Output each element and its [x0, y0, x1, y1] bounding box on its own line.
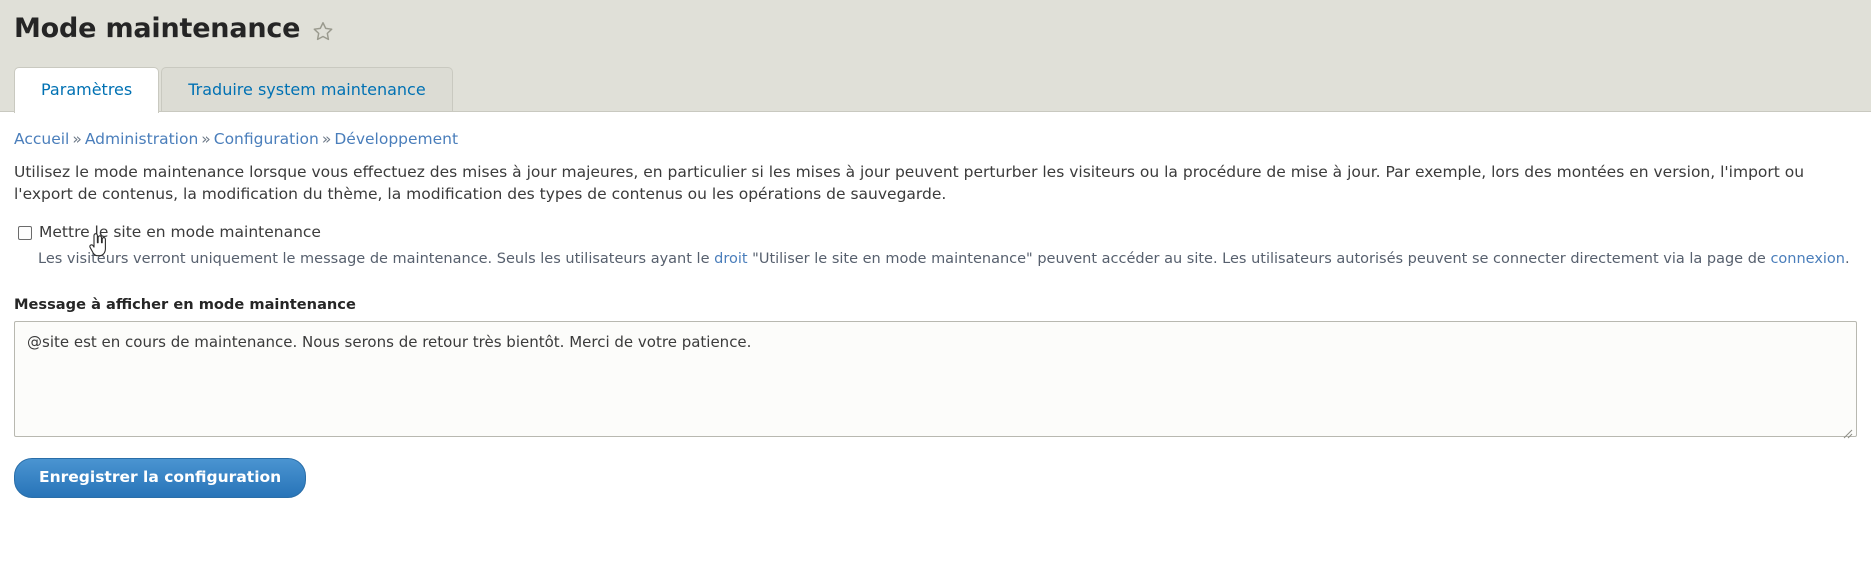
breadcrumb-separator: »: [201, 130, 211, 148]
star-outline-icon[interactable]: [312, 20, 334, 42]
maintenance-message-label: Message à afficher en mode maintenance: [14, 296, 356, 314]
form-actions: Enregistrer la configuration: [14, 458, 1857, 498]
breadcrumb-separator: »: [321, 130, 332, 148]
tab-traduire-system-maintenance[interactable]: Traduire system maintenance: [161, 67, 453, 112]
description-link-droit[interactable]: droit: [714, 251, 747, 267]
tab-parametres[interactable]: Paramètres: [14, 67, 160, 113]
breadcrumb-item-administration[interactable]: Administration: [85, 130, 198, 148]
maintenance-mode-label[interactable]: Mettre le site en mode maintenance: [39, 222, 321, 243]
page-content: Accueil» Administration» Configuration» Dév…: [0, 112, 1871, 498]
tabs-underline: [0, 111, 1871, 112]
maintenance-message-textarea[interactable]: [14, 321, 1857, 438]
tab-traduire-label: Traduire system maintenance: [188, 80, 426, 100]
maintenance-mode-checkbox-row[interactable]: Mettre le site en mode maintenance: [14, 222, 1857, 257]
intro-paragraph: Utilisez le mode maintenance lorsque vou…: [14, 163, 1805, 204]
breadcrumb-separator: »: [72, 130, 82, 148]
description-part-1: Les visiteurs verront uniquement le mess…: [38, 251, 715, 268]
maintenance-mode-description: Les visiteurs verront uniquement le mess…: [38, 249, 1857, 270]
description-part-2: "Utiliser le site en mode maintenance" p…: [747, 251, 1771, 268]
maintenance-mode-page: Mode maintenance Paramètres Traduire sys…: [0, 0, 1871, 569]
page-title: Mode maintenance: [14, 13, 301, 44]
breadcrumb-item-accueil[interactable]: Accueil: [14, 130, 69, 148]
maintenance-mode-checkbox[interactable]: [18, 226, 32, 241]
tab-parametres-label: Paramètres: [41, 80, 133, 100]
breadcrumb: Accueil» Administration» Configuration» Dév…: [14, 112, 1857, 149]
breadcrumb-item-developpement[interactable]: Développement: [334, 130, 458, 148]
description-part-3: .: [1845, 251, 1850, 268]
save-configuration-button[interactable]: Enregistrer la configuration: [14, 458, 307, 498]
breadcrumb-item-configuration[interactable]: Configuration: [214, 130, 319, 148]
page-header: Mode maintenance Paramètres Traduire sys…: [0, 0, 1871, 113]
maintenance-message-wrapper: [14, 321, 1857, 441]
description-link-connexion[interactable]: connexion: [1770, 251, 1845, 267]
primary-tabs: Paramètres Traduire system maintenance: [14, 67, 453, 113]
page-title-row: Mode maintenance: [0, 0, 1871, 44]
